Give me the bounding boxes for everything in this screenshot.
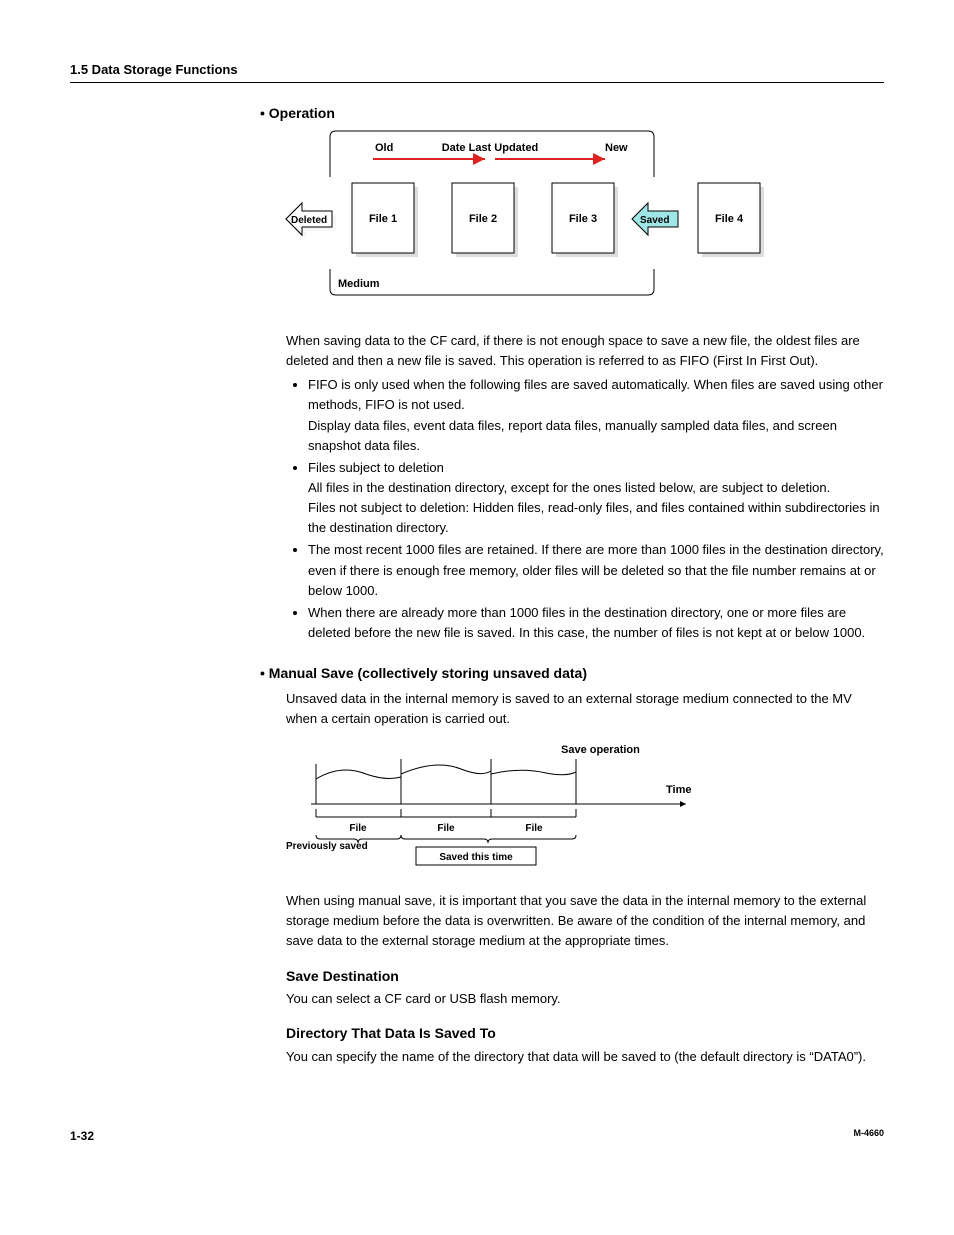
operation-bullet-list: FIFO is only used when the following fil… (286, 375, 884, 643)
label-old: Old (375, 142, 393, 154)
manual-save-heading: Manual Save (collectively storing unsave… (260, 663, 884, 685)
wave-segment (491, 770, 576, 775)
label-file4: File 4 (715, 213, 744, 225)
label-saved-this-time: Saved this time (439, 852, 513, 863)
label-date-last-updated: Date Last Updated (442, 142, 539, 154)
label-medium: Medium (338, 278, 380, 290)
list-item: The most recent 1000 files are retained.… (308, 540, 884, 600)
bullet-text: Files not subject to deletion: Hidden fi… (308, 500, 880, 535)
file1-box: File 1 (352, 183, 418, 257)
file2-box: File 2 (452, 183, 518, 257)
page-footer: 1-32 M-4660 (70, 1127, 884, 1146)
bracket-top (330, 131, 654, 137)
manual-save-diagram: Save operation Time File File File (286, 739, 884, 875)
file3-box: File 3 (552, 183, 618, 257)
label-file1: File 1 (369, 213, 397, 225)
bullet-text: FIFO is only used when the following fil… (308, 377, 883, 412)
label-file-a: File (349, 823, 367, 834)
header-section-title: 1.5 Data Storage Functions (70, 62, 238, 77)
bullet-text: All files in the destination directory, … (308, 480, 830, 495)
label-previously-saved: Previously saved (286, 841, 368, 852)
page-header: 1.5 Data Storage Functions (70, 60, 884, 83)
operation-diagram: Old Date Last Updated New Deleted (260, 129, 884, 315)
list-item: Files subject to deletion All files in t… (308, 458, 884, 539)
wave-segment (316, 770, 401, 779)
file4-box: File 4 (698, 183, 764, 257)
label-deleted: Deleted (291, 215, 327, 226)
label-saved: Saved (640, 215, 669, 226)
list-item: FIFO is only used when the following fil… (308, 375, 884, 456)
manual-save-note: When using manual save, it is important … (286, 891, 884, 951)
operation-intro: When saving data to the CF card, if ther… (286, 331, 884, 371)
list-item: When there are already more than 1000 fi… (308, 603, 884, 643)
label-save-operation: Save operation (561, 744, 640, 756)
label-file-b: File (437, 823, 455, 834)
directory-heading: Directory That Data Is Saved To (286, 1023, 884, 1045)
wave-segment (401, 765, 491, 774)
label-file-c: File (525, 823, 543, 834)
label-file2: File 2 (469, 213, 497, 225)
bullet-text: The most recent 1000 files are retained.… (308, 542, 884, 597)
manual-save-intro: Unsaved data in the internal memory is s… (286, 689, 884, 729)
page-content: Operation Old Date Last Updated New Dele… (260, 103, 884, 1067)
save-destination-body: You can select a CF card or USB flash me… (286, 989, 884, 1009)
doc-number: M-4660 (853, 1127, 884, 1146)
directory-body: You can specify the name of the director… (286, 1047, 884, 1067)
label-new: New (605, 142, 628, 154)
operation-heading: Operation (260, 103, 884, 125)
page-number: 1-32 (70, 1127, 94, 1146)
label-file3: File 3 (569, 213, 597, 225)
bullet-text: When there are already more than 1000 fi… (308, 605, 865, 640)
bullet-text: Files subject to deletion (308, 460, 444, 475)
bullet-text: Display data files, event data files, re… (308, 418, 837, 453)
save-destination-heading: Save Destination (286, 966, 884, 988)
label-time: Time (666, 784, 691, 796)
